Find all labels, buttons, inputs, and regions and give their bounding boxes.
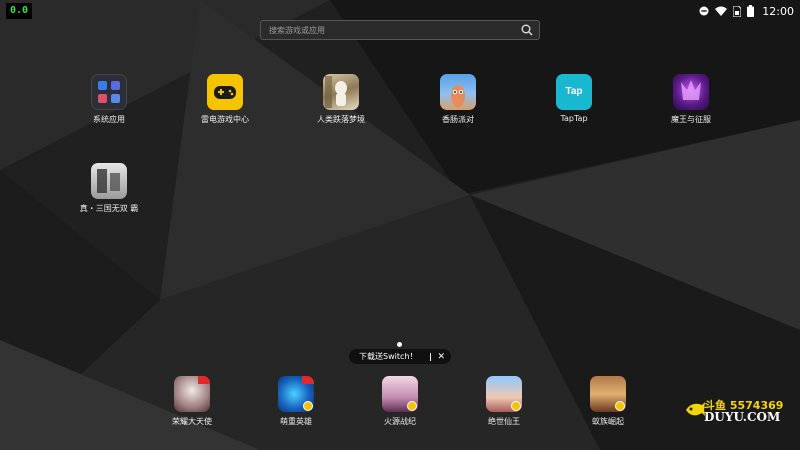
close-icon[interactable]: ✕ <box>437 352 445 362</box>
douyu-fish-logo-icon <box>686 402 705 416</box>
fire-origin-icon <box>382 376 418 412</box>
demon-king-icon <box>673 74 709 110</box>
gamepad-icon <box>207 74 243 110</box>
immortal-king-icon <box>486 376 522 412</box>
app-dynasty-warriors[interactable]: 真・三国无双 霸 <box>59 163 159 214</box>
sim-card-icon <box>733 5 742 17</box>
watermark-site: DUYU.COM <box>704 410 781 424</box>
taptap-icon: Tap <box>556 74 592 110</box>
page-indicator-dot <box>397 342 402 347</box>
search-input[interactable] <box>269 25 521 35</box>
download-badge-icon <box>303 401 313 411</box>
app-system-apps[interactable]: 系统应用 <box>59 74 159 125</box>
app-label: 绝世仙王 <box>488 417 520 426</box>
tooltip-divider <box>430 352 432 361</box>
new-tag-icon <box>198 376 210 384</box>
dock-app-cute-hero[interactable]: 萌重英雄 <box>246 376 346 427</box>
search-icon[interactable] <box>521 24 533 36</box>
app-label: 荣耀大天使 <box>172 417 212 426</box>
download-badge-icon <box>511 401 521 411</box>
download-badge-icon <box>407 401 417 411</box>
dock-app-immortal-king[interactable]: 绝世仙王 <box>454 376 554 427</box>
app-label: 雷电游戏中心 <box>201 115 249 124</box>
app-label: 香肠派对 <box>442 115 474 124</box>
dock-app-archangel[interactable]: 荣耀大天使 <box>142 376 242 427</box>
archangel-icon <box>174 376 210 412</box>
fps-counter: 0.0 <box>6 3 32 19</box>
promo-tooltip-text: 下载送Switch！ <box>359 352 418 361</box>
app-sausage-party[interactable]: 香肠派对 <box>408 74 508 125</box>
app-label: 系统应用 <box>93 115 125 124</box>
app-label: TapTap <box>560 114 588 123</box>
app-human-fall-flat[interactable]: 人类跌落梦境 <box>291 74 391 125</box>
clock: 12:00 <box>762 4 794 18</box>
system-apps-folder-icon <box>91 74 127 110</box>
app-label: 魔王与征服 <box>671 115 711 124</box>
new-tag-icon <box>302 376 314 384</box>
dock-app-fire-origin[interactable]: 火源战纪 <box>350 376 450 427</box>
download-badge-icon <box>615 401 625 411</box>
douyu-watermark: 斗鱼 5574369 DUYU.COM <box>684 397 784 427</box>
app-label: 真・三国无双 霸 <box>79 204 139 213</box>
human-fall-flat-icon <box>323 74 359 110</box>
sausage-party-icon <box>440 74 476 110</box>
app-label: 人类跌落梦境 <box>317 115 365 124</box>
ant-rise-icon <box>590 376 626 412</box>
search-bar[interactable] <box>260 20 540 40</box>
status-bar: 12:00 <box>699 3 794 19</box>
promo-tooltip: 下载送Switch！ ✕ <box>349 349 451 364</box>
dynasty-warriors-icon <box>91 163 127 199</box>
battery-icon <box>747 5 755 17</box>
cute-hero-icon <box>278 376 314 412</box>
dock-app-ant-rise[interactable]: 蚁族崛起 <box>558 376 658 427</box>
app-label: 萌重英雄 <box>280 417 312 426</box>
app-taptap[interactable]: Tap TapTap <box>524 74 624 123</box>
app-label: 火源战纪 <box>384 417 416 426</box>
minus-circle-icon <box>699 6 709 16</box>
app-leidian-game-center[interactable]: 雷电游戏中心 <box>175 74 275 125</box>
app-label: 蚁族崛起 <box>592 417 624 426</box>
app-demon-king[interactable]: 魔王与征服 <box>641 74 741 125</box>
wifi-icon <box>715 6 728 16</box>
